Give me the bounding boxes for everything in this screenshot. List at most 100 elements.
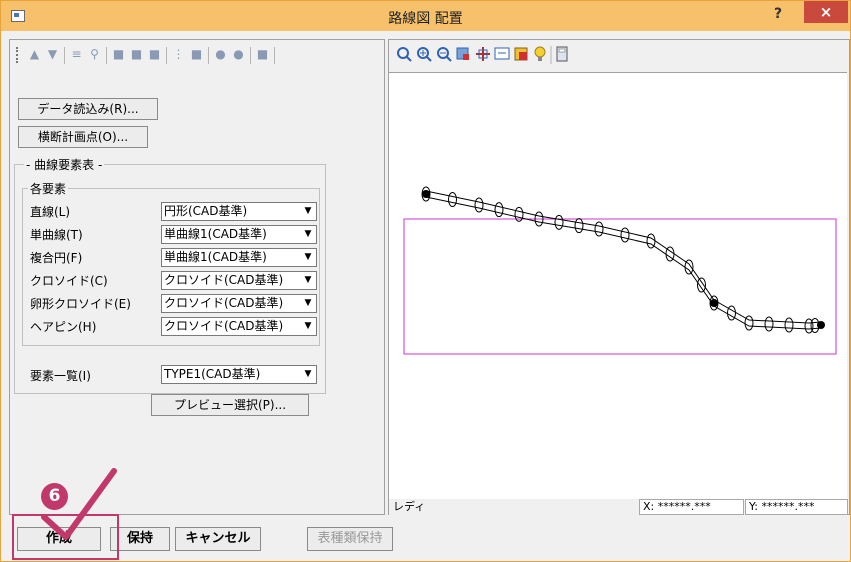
status-bar: レディ X: ******.*** Y: ******.*** — [389, 499, 848, 515]
bulb-icon[interactable] — [534, 46, 546, 61]
circle-icon[interactable]: ● — [232, 48, 245, 61]
view-toolbar-icons — [397, 46, 568, 64]
left-panel: ▲ ▼ ≡ ⚲ ■ ■ ■ ⋮ ■ ● ● ■ データ読込み(R)... 横断計… — [9, 39, 385, 515]
drawing-canvas[interactable] — [389, 72, 847, 499]
select-value: クロソイド(CAD基準) — [164, 273, 284, 287]
toolbar-separator — [106, 47, 107, 64]
route-plan-drawing — [403, 186, 837, 355]
row-label-line: 直線(L) — [30, 205, 71, 219]
hairpin-select[interactable]: クロソイド(CAD基準) ▼ — [161, 317, 317, 336]
bottom-button-bar: 作成 保持 キャンセル 表種類保持 — [1, 517, 850, 561]
select-value: TYPE1(CAD基準) — [164, 367, 261, 381]
extents-icon[interactable] — [494, 47, 510, 60]
row-label-simple-curve: 単曲線(T) — [30, 228, 83, 242]
layer-icon[interactable] — [514, 47, 528, 61]
pan-icon[interactable] — [476, 47, 490, 61]
route-edge-line — [425, 190, 822, 324]
element-list-label: 要素一覧(I) — [30, 369, 91, 383]
station-marker — [684, 259, 694, 275]
right-panel: レディ X: ******.*** Y: ******.*** — [388, 39, 850, 515]
compound-curve-select[interactable]: 単曲線1(CAD基準) ▼ — [161, 248, 317, 267]
move-down-icon[interactable]: ▼ — [46, 48, 59, 61]
select-value: 単曲線1(CAD基準) — [164, 227, 267, 241]
toolbar-separator — [274, 47, 275, 64]
toolbar-separator — [64, 47, 65, 64]
check-mark-icon — [41, 468, 117, 540]
station-marker — [574, 218, 584, 234]
chevron-down-icon[interactable]: ▼ — [300, 295, 316, 312]
calculator-icon[interactable] — [556, 46, 568, 62]
chevron-down-icon[interactable]: ▼ — [300, 203, 316, 220]
curve-table-legend: - 曲線要素表 - — [24, 156, 105, 173]
egg-clothoid-select[interactable]: クロソイド(CAD基準) ▼ — [161, 294, 317, 313]
help-button[interactable]: ? — [761, 3, 795, 25]
toolbar-separator — [166, 47, 167, 64]
row-label-hairpin: ヘアピン(H) — [30, 320, 97, 334]
status-y-coordinate: Y: ******.*** — [745, 499, 848, 515]
simple-curve-select[interactable]: 単曲線1(CAD基準) ▼ — [161, 225, 317, 244]
station-marker — [784, 317, 794, 333]
control-point-marker — [710, 299, 718, 307]
elements-legend: 各要素 — [28, 180, 69, 197]
line-select[interactable]: 円形(CAD基準) ▼ — [161, 202, 317, 221]
binoculars-icon[interactable]: ⚲ — [88, 48, 101, 61]
toolbar-separator — [208, 47, 209, 64]
row-label-egg-clothoid: 卵形クロソイド(E) — [30, 297, 131, 311]
column-icon[interactable]: ■ — [256, 48, 269, 61]
station-marker — [646, 233, 656, 249]
close-button[interactable]: × — [804, 1, 848, 23]
zoom-out-icon[interactable] — [437, 47, 452, 62]
cross-plan-button[interactable]: 横断計画点(O)... — [18, 126, 148, 148]
zoom-window-icon[interactable] — [456, 47, 469, 60]
title-bar[interactable]: 路線図 配置 ? × — [1, 1, 850, 31]
chevron-down-icon[interactable]: ▼ — [300, 226, 316, 243]
route-extent-box — [403, 218, 837, 355]
view-toolbar — [389, 40, 849, 72]
sheet-icon[interactable]: ■ — [190, 48, 203, 61]
select-value: クロソイド(CAD基準) — [164, 319, 284, 333]
station-marker — [744, 315, 754, 331]
table-icon[interactable]: ■ — [148, 48, 161, 61]
select-value: クロソイド(CAD基準) — [164, 296, 284, 310]
chevron-down-icon[interactable]: ▼ — [300, 249, 316, 266]
cancel-button[interactable]: キャンセル — [175, 527, 261, 551]
list-icon[interactable]: ≡ — [70, 48, 83, 61]
zoom-in-icon[interactable] — [417, 47, 432, 62]
circle-icon[interactable]: ● — [214, 48, 227, 61]
keep-table-type-button[interactable]: 表種類保持 — [307, 527, 393, 551]
control-point-marker — [817, 321, 825, 329]
window-title: 路線図 配置 — [388, 11, 463, 27]
select-value: 単曲線1(CAD基準) — [164, 250, 267, 264]
row-label-compound-curve: 複合円(F) — [30, 251, 83, 265]
station-marker — [727, 305, 736, 321]
chevron-down-icon[interactable]: ▼ — [300, 366, 316, 383]
status-text: レディ — [389, 499, 640, 515]
row-label-clothoid: クロソイド(C) — [30, 274, 108, 288]
move-up-icon[interactable]: ▲ — [28, 48, 41, 61]
clothoid-select[interactable]: クロソイド(CAD基準) ▼ — [161, 271, 317, 290]
chevron-down-icon[interactable]: ▼ — [300, 272, 316, 289]
dialog-window: 路線図 配置 ? × ▲ ▼ ≡ ⚲ ■ ■ ■ ⋮ ■ ● ● ■ データ読込… — [0, 0, 851, 562]
station-marker — [620, 227, 630, 243]
zoom-fit-icon[interactable] — [397, 47, 412, 62]
read-data-button[interactable]: データ読込み(R)... — [18, 98, 158, 120]
left-toolbar: ▲ ▼ ≡ ⚲ ■ ■ ■ ⋮ ■ ● ● ■ — [12, 44, 378, 66]
station-marker — [554, 214, 564, 230]
preview-select-button[interactable]: プレビュー選択(P)... — [151, 394, 309, 416]
toolbar-grip[interactable] — [16, 47, 21, 63]
table-icon[interactable]: ■ — [130, 48, 143, 61]
station-marker — [764, 316, 774, 332]
station-marker — [594, 221, 604, 237]
chevron-down-icon[interactable]: ▼ — [300, 318, 316, 335]
grid-icon[interactable]: ⋮ — [172, 48, 185, 61]
route-edge-line — [425, 196, 822, 330]
route-alignment — [421, 186, 825, 334]
station-marker — [474, 197, 484, 213]
toolbar-separator — [250, 47, 251, 64]
element-list-select[interactable]: TYPE1(CAD基準) ▼ — [161, 365, 317, 384]
station-marker — [697, 277, 706, 293]
control-point-marker — [422, 190, 430, 198]
status-x-coordinate: X: ******.*** — [639, 499, 744, 515]
select-value: 円形(CAD基準) — [164, 204, 248, 218]
table-icon[interactable]: ■ — [112, 48, 125, 61]
